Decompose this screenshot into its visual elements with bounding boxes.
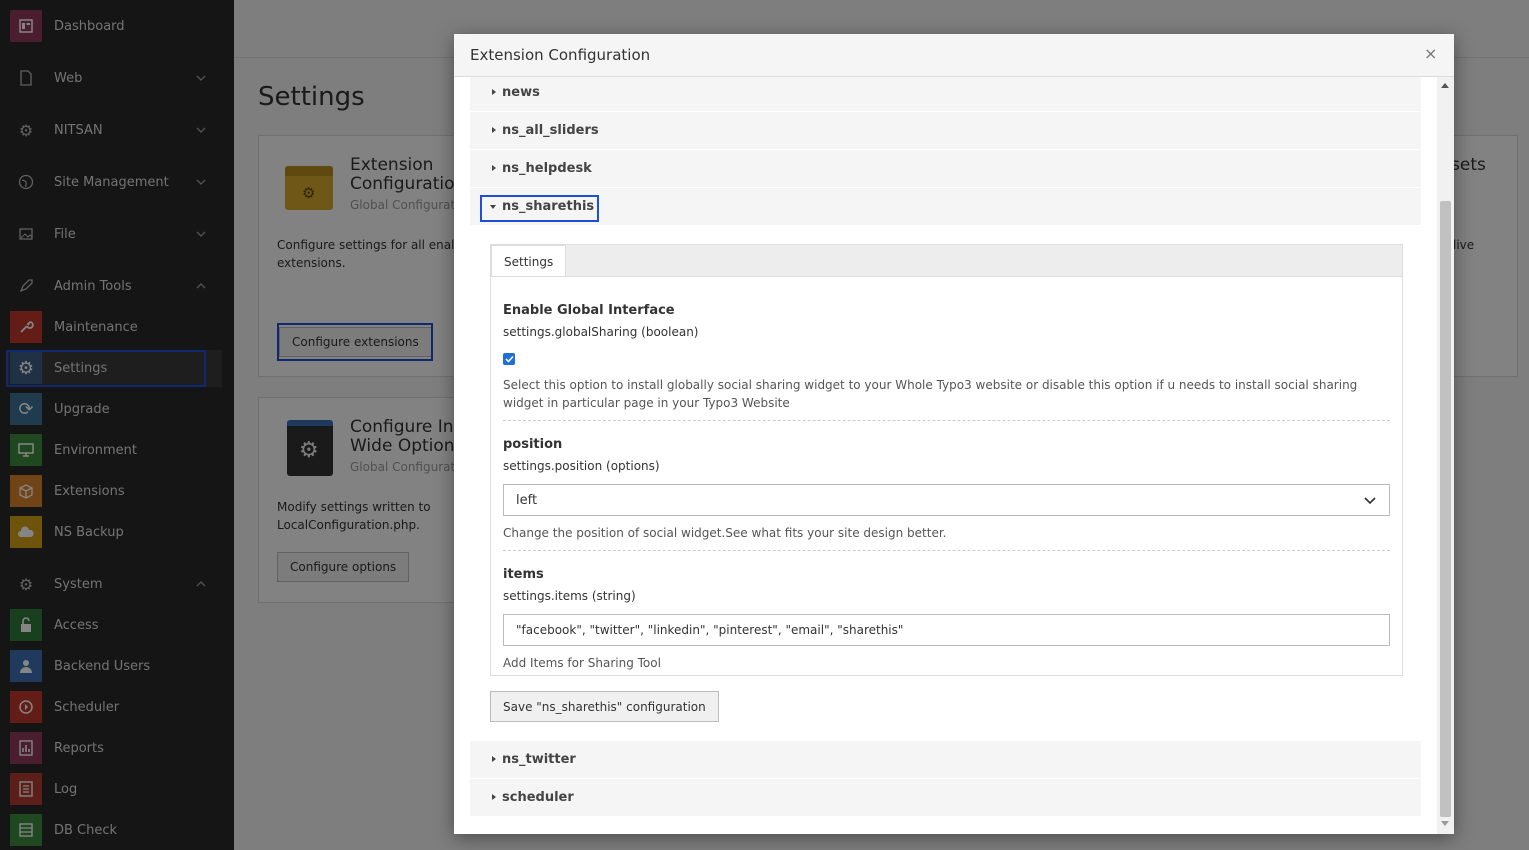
field-key: settings.position (options) xyxy=(503,459,660,473)
field-key: settings.globalSharing (boolean) xyxy=(503,325,699,339)
field-description: Change the position of social widget.See… xyxy=(503,526,947,540)
field-heading: Enable Global Interface xyxy=(503,303,675,318)
modal-scrollbar[interactable] xyxy=(1437,77,1454,834)
accordion-label: ns_all_sliders xyxy=(502,123,599,138)
modal-header: Extension Configuration × xyxy=(454,34,1454,77)
ns-sharethis-panel: Settings Enable Global Interface setting… xyxy=(470,225,1421,741)
accordion-item-ns-sharethis[interactable]: ns_sharethis xyxy=(470,188,1421,226)
chevron-down-icon xyxy=(1364,497,1376,505)
close-icon[interactable]: × xyxy=(1424,44,1437,63)
select-value: left xyxy=(516,492,538,508)
scrollbar-thumb[interactable] xyxy=(1440,201,1451,817)
field-description: Select this option to install globally s… xyxy=(503,378,1358,410)
caret-right-icon xyxy=(492,794,496,800)
accordion-item-ns-helpdesk[interactable]: ns_helpdesk xyxy=(470,150,1421,188)
caret-right-icon xyxy=(492,89,496,95)
accordion-label: ns_twitter xyxy=(502,752,576,767)
field-heading: items xyxy=(503,567,544,582)
check-icon xyxy=(504,355,514,363)
accordion-item-ns-all-sliders[interactable]: ns_all_sliders xyxy=(470,112,1421,150)
extension-configuration-modal: Extension Configuration × news ns_all_sl… xyxy=(454,34,1454,834)
position-select[interactable]: left xyxy=(503,484,1390,516)
modal-body: news ns_all_sliders ns_helpdesk ns_share… xyxy=(470,77,1421,819)
save-configuration-button[interactable]: Save "ns_sharethis" configuration xyxy=(490,691,719,722)
caret-right-icon xyxy=(492,127,496,133)
modal-title: Extension Configuration xyxy=(470,46,651,64)
scroll-up-arrow-icon[interactable] xyxy=(1441,83,1449,88)
tab-bar: Settings xyxy=(490,244,1403,278)
accordion-item-ns-twitter[interactable]: ns_twitter xyxy=(470,741,1421,779)
field-divider xyxy=(503,420,1390,421)
caret-right-icon xyxy=(492,756,496,762)
field-divider xyxy=(503,550,1390,551)
field-heading: position xyxy=(503,437,563,452)
tab-content: Enable Global Interface settings.globalS… xyxy=(490,276,1403,676)
accordion-label: scheduler xyxy=(502,790,574,805)
scroll-down-arrow-icon[interactable] xyxy=(1441,821,1449,826)
field-key: settings.items (string) xyxy=(503,589,636,603)
accordion-label: news xyxy=(502,85,540,100)
global-sharing-checkbox[interactable] xyxy=(503,353,515,365)
accordion-item-news[interactable]: news xyxy=(470,77,1421,112)
accordion-focus-outline xyxy=(480,195,599,222)
accordion-label: ns_helpdesk xyxy=(502,161,592,176)
field-description: Add Items for Sharing Tool xyxy=(503,656,661,670)
caret-right-icon xyxy=(492,165,496,171)
tab-settings[interactable]: Settings xyxy=(491,245,567,278)
accordion-item-scheduler[interactable]: scheduler xyxy=(470,779,1421,817)
items-input[interactable]: "facebook", "twitter", "linkedin", "pint… xyxy=(503,614,1390,646)
